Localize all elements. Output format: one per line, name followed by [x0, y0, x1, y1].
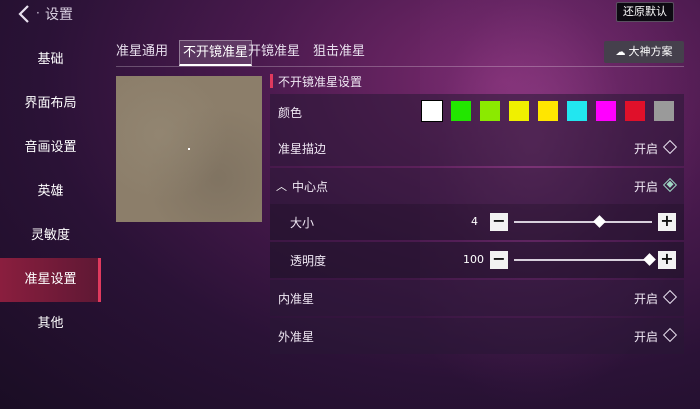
size-row: 大小 4 − +: [270, 204, 684, 240]
inner-crosshair-state: 开启: [634, 292, 659, 306]
color-swatch[interactable]: [509, 101, 529, 121]
sidebar-item-other[interactable]: 其他: [0, 302, 101, 346]
section-accent-bar: [270, 74, 273, 88]
sidebar-item-audio-video[interactable]: 音画设置: [0, 126, 101, 170]
color-label: 颜色: [278, 106, 303, 120]
sidebar-item-sensitivity[interactable]: 灵敏度: [0, 214, 101, 258]
collapse-caret-icon[interactable]: ︿: [276, 178, 287, 194]
color-swatch[interactable]: [567, 101, 587, 121]
inner-crosshair-toggle[interactable]: [662, 289, 678, 305]
size-slider-thumb[interactable]: [593, 215, 606, 228]
center-dot-toggle[interactable]: [662, 177, 678, 193]
opacity-label: 透明度: [290, 254, 327, 268]
tab-crosshair-general[interactable]: 准星通用: [116, 40, 168, 66]
crosshair-center-dot: [188, 148, 190, 150]
opacity-slider-thumb[interactable]: [642, 253, 656, 266]
sidebar: 基础 界面布局 音画设置 英雄 灵敏度 准星设置 其他: [0, 38, 101, 346]
opacity-increase-button[interactable]: +: [658, 251, 676, 269]
tab-hipfire-crosshair[interactable]: 不开镜准星: [179, 40, 253, 66]
size-slider-track[interactable]: [514, 221, 652, 223]
color-swatch[interactable]: [480, 101, 500, 121]
outline-row: 准星描边 开启: [270, 130, 684, 166]
top-bar: · 设置 还原默认: [0, 0, 700, 28]
opacity-value: 100: [463, 253, 484, 266]
center-dot-row[interactable]: ︿ 中心点 开启: [270, 168, 684, 204]
crosshair-preview: [116, 76, 262, 222]
master-preset-label: 大神方案: [628, 45, 673, 58]
section-title: 不开镜准星设置: [278, 75, 363, 89]
sidebar-item-layout[interactable]: 界面布局: [0, 82, 101, 126]
size-increase-button[interactable]: +: [658, 213, 676, 231]
outer-crosshair-row: 外准星 开启: [270, 318, 684, 354]
master-preset-button[interactable]: ☁ 大神方案: [604, 41, 684, 63]
color-swatch[interactable]: [421, 100, 443, 122]
sidebar-item-basic[interactable]: 基础: [0, 38, 101, 82]
color-swatch[interactable]: [596, 101, 616, 121]
outline-state: 开启: [634, 142, 659, 156]
cloud-icon: ☁: [615, 47, 626, 58]
color-swatch[interactable]: [625, 101, 645, 121]
tab-sniper-crosshair[interactable]: 狙击准星: [313, 40, 365, 66]
inner-crosshair-row: 内准星 开启: [270, 280, 684, 316]
page-title: 设置: [45, 7, 73, 23]
size-label: 大小: [290, 216, 315, 230]
outer-crosshair-state: 开启: [634, 330, 659, 344]
center-dot-state: 开启: [634, 180, 659, 194]
back-arrow-icon[interactable]: [14, 3, 36, 25]
color-row: 颜色: [270, 94, 684, 130]
outline-label: 准星描边: [278, 142, 327, 156]
opacity-slider-track[interactable]: [514, 259, 652, 261]
outer-crosshair-label: 外准星: [278, 330, 315, 344]
outer-crosshair-toggle[interactable]: [662, 327, 678, 343]
outline-toggle[interactable]: [662, 139, 678, 155]
size-decrease-button[interactable]: −: [490, 213, 508, 231]
sidebar-item-crosshair[interactable]: 准星设置: [0, 258, 101, 302]
sidebar-item-hero[interactable]: 英雄: [0, 170, 101, 214]
size-value: 4: [471, 215, 478, 228]
tab-scope-crosshair[interactable]: 开镜准星: [248, 40, 300, 66]
color-swatch[interactable]: [538, 101, 558, 121]
inner-crosshair-label: 内准星: [278, 292, 315, 306]
tab-divider: [116, 66, 684, 67]
restore-default-button[interactable]: 还原默认: [616, 2, 674, 22]
opacity-row: 透明度 100 − +: [270, 242, 684, 278]
center-dot-label: 中心点: [292, 180, 329, 194]
color-swatch[interactable]: [654, 101, 674, 121]
title-separator: ·: [36, 6, 40, 20]
opacity-decrease-button[interactable]: −: [490, 251, 508, 269]
color-swatch[interactable]: [451, 101, 471, 121]
